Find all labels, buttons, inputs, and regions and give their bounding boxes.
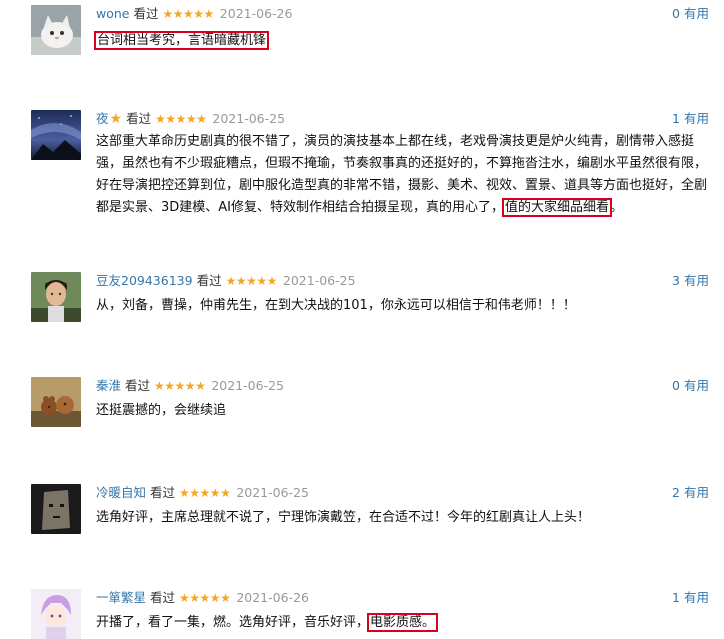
comment-date: 2021-06-25 bbox=[212, 111, 286, 126]
rating-stars: ★★★★★ bbox=[162, 7, 215, 21]
highlighted-text: 值的大家细品细看 bbox=[502, 198, 613, 217]
comment-meta: 夜★ 看过 ★★★★★ 2021-06-25 bbox=[96, 110, 285, 128]
comment-date: 2021-06-25 bbox=[282, 273, 356, 288]
comment-text: 这部重大革命历史剧真的很不错了，演员的演技基本上都在线，老戏骨演技更是炉火纯青，… bbox=[96, 131, 708, 219]
comment-body-text: 开播了，看了一集，燃。选角好评，音乐好评， bbox=[96, 615, 370, 630]
useful-button[interactable]: 有用 bbox=[684, 111, 709, 126]
user-avatar[interactable] bbox=[31, 589, 81, 639]
comment-meta: 秦淮 看过 ★★★★★ 2021-06-25 bbox=[96, 377, 284, 395]
rating-stars: ★★★★★ bbox=[154, 379, 206, 393]
portrait-avatar-icon bbox=[31, 272, 81, 322]
comment-text: 选角好评，主席总理就不说了，宁理饰演戴笠，在合适不过！今年的红剧真让人上头！ bbox=[96, 507, 708, 529]
cartoon-avatar-icon bbox=[31, 377, 81, 427]
user-avatar[interactable] bbox=[31, 5, 81, 55]
useful-button[interactable]: 有用 bbox=[684, 590, 709, 605]
comment-text: 还挺震撼的，会继续追 bbox=[96, 400, 708, 422]
comment-meta: 一箪繁星 看过 ★★★★★ 2021-06-26 bbox=[96, 589, 309, 607]
useful-votes: 1 有用 bbox=[672, 110, 709, 128]
useful-votes: 3 有用 bbox=[672, 272, 709, 290]
comment-body-tail: 。 bbox=[610, 200, 624, 215]
user-avatar[interactable] bbox=[31, 272, 81, 322]
comment-text: 从，刘备，曹操，仲甫先生，在到大决战的101，你永远可以相信于和伟老师！！！ bbox=[96, 295, 708, 317]
user-avatar[interactable] bbox=[31, 377, 81, 427]
user-avatar[interactable] bbox=[31, 484, 81, 534]
anime-avatar-icon bbox=[31, 589, 81, 639]
useful-count: 2 bbox=[672, 485, 680, 500]
comment-body-text: 从，刘备，曹操，仲甫先生，在到大决战的101，你永远可以相信于和伟老师！！！ bbox=[96, 298, 576, 313]
user-avatar[interactable] bbox=[31, 110, 81, 160]
useful-votes: 0 有用 bbox=[672, 377, 709, 395]
highlighted-text: 台词相当考究，言语暗藏机锋 bbox=[93, 31, 270, 50]
watched-label: 看过 bbox=[133, 6, 159, 21]
username-link[interactable]: 一箪繁星 bbox=[96, 590, 146, 605]
username-link[interactable]: 秦淮 bbox=[96, 378, 121, 393]
useful-count: 3 bbox=[672, 273, 680, 288]
comment-meta: wone 看过 ★★★★★ 2021-06-26 bbox=[96, 5, 292, 23]
useful-button[interactable]: 有用 bbox=[684, 6, 709, 21]
watched-label: 看过 bbox=[125, 378, 151, 393]
star-badge-icon: ★ bbox=[109, 111, 123, 127]
useful-votes: 1 有用 bbox=[672, 589, 709, 607]
username-link[interactable]: wone bbox=[96, 6, 129, 21]
useful-button[interactable]: 有用 bbox=[684, 378, 709, 393]
useful-count: 0 bbox=[672, 6, 680, 21]
rating-stars: ★★★★★ bbox=[179, 486, 231, 500]
night-sky-avatar-icon bbox=[31, 110, 81, 160]
highlighted-text: 电影质感。 bbox=[367, 613, 439, 632]
rating-stars: ★★★★★ bbox=[179, 591, 231, 605]
bag-head-avatar-icon bbox=[31, 484, 81, 534]
comment-date: 2021-06-25 bbox=[236, 485, 309, 500]
comment-meta: 豆友209436139 看过 ★★★★★ 2021-06-25 bbox=[96, 272, 356, 290]
useful-votes: 0 有用 bbox=[672, 5, 709, 23]
rating-stars: ★★★★★ bbox=[155, 112, 207, 126]
username-link[interactable]: 夜 bbox=[96, 111, 109, 126]
cat-avatar-icon bbox=[31, 5, 81, 55]
watched-label: 看过 bbox=[126, 111, 152, 126]
comment-body-text: 还挺震撼的，会继续追 bbox=[96, 403, 227, 418]
rating-stars: ★★★★★ bbox=[225, 274, 278, 288]
useful-count: 1 bbox=[672, 590, 680, 605]
comment-text: 台词相当考究，言语暗藏机锋 bbox=[93, 30, 706, 52]
username-link[interactable]: 豆友209436139 bbox=[96, 273, 193, 288]
comment-date: 2021-06-25 bbox=[211, 378, 284, 393]
useful-button[interactable]: 有用 bbox=[684, 485, 709, 500]
comment-text: 开播了，看了一集，燃。选角好评，音乐好评，电影质感。 bbox=[96, 612, 708, 634]
comment-date: 2021-06-26 bbox=[236, 590, 309, 605]
useful-count: 1 bbox=[672, 111, 680, 126]
username-link[interactable]: 冷暖自知 bbox=[96, 485, 146, 500]
useful-votes: 2 有用 bbox=[672, 484, 709, 502]
comment-date: 2021-06-26 bbox=[219, 6, 293, 21]
watched-label: 看过 bbox=[150, 590, 176, 605]
useful-count: 0 bbox=[672, 378, 680, 393]
watched-label: 看过 bbox=[196, 273, 222, 288]
comment-meta: 冷暖自知 看过 ★★★★★ 2021-06-25 bbox=[96, 484, 309, 502]
useful-button[interactable]: 有用 bbox=[684, 273, 709, 288]
watched-label: 看过 bbox=[150, 485, 176, 500]
comment-body-text: 选角好评，主席总理就不说了，宁理饰演戴笠，在合适不过！今年的红剧真让人上头！ bbox=[96, 510, 591, 525]
